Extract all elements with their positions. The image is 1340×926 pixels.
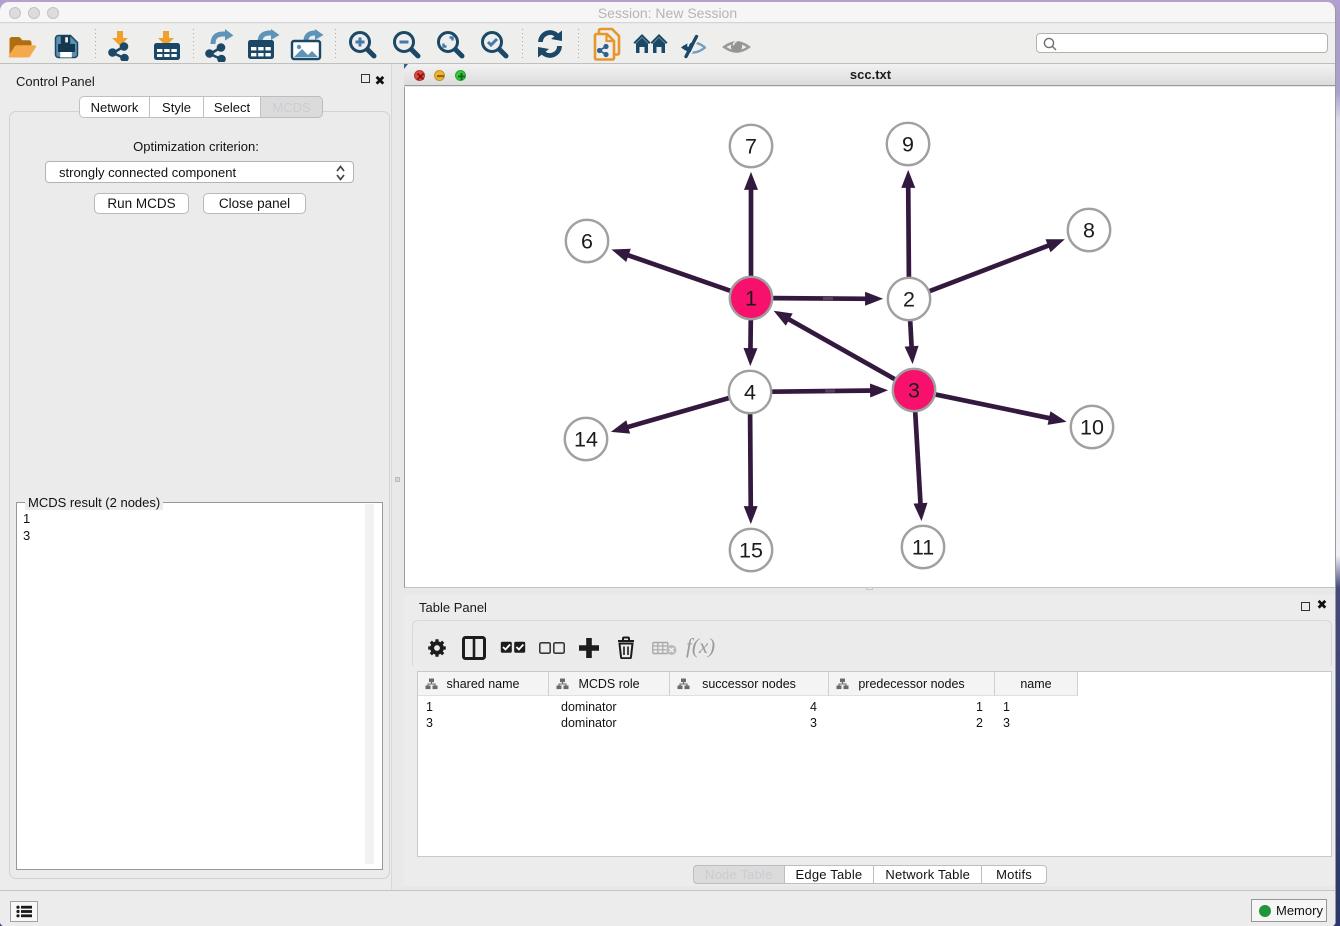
- svg-text:11: 11: [912, 536, 934, 560]
- svg-text:2: 2: [903, 288, 915, 312]
- svg-text:15: 15: [739, 539, 763, 563]
- svg-text:8: 8: [1083, 219, 1095, 243]
- svg-text:7: 7: [745, 135, 757, 159]
- svg-text:10: 10: [1080, 416, 1104, 440]
- svg-text:4: 4: [744, 381, 756, 405]
- svg-text:9: 9: [902, 133, 914, 157]
- svg-text:1: 1: [745, 287, 757, 311]
- svg-text:3: 3: [908, 379, 920, 403]
- svg-text:14: 14: [574, 428, 598, 452]
- svg-text:6: 6: [581, 230, 593, 254]
